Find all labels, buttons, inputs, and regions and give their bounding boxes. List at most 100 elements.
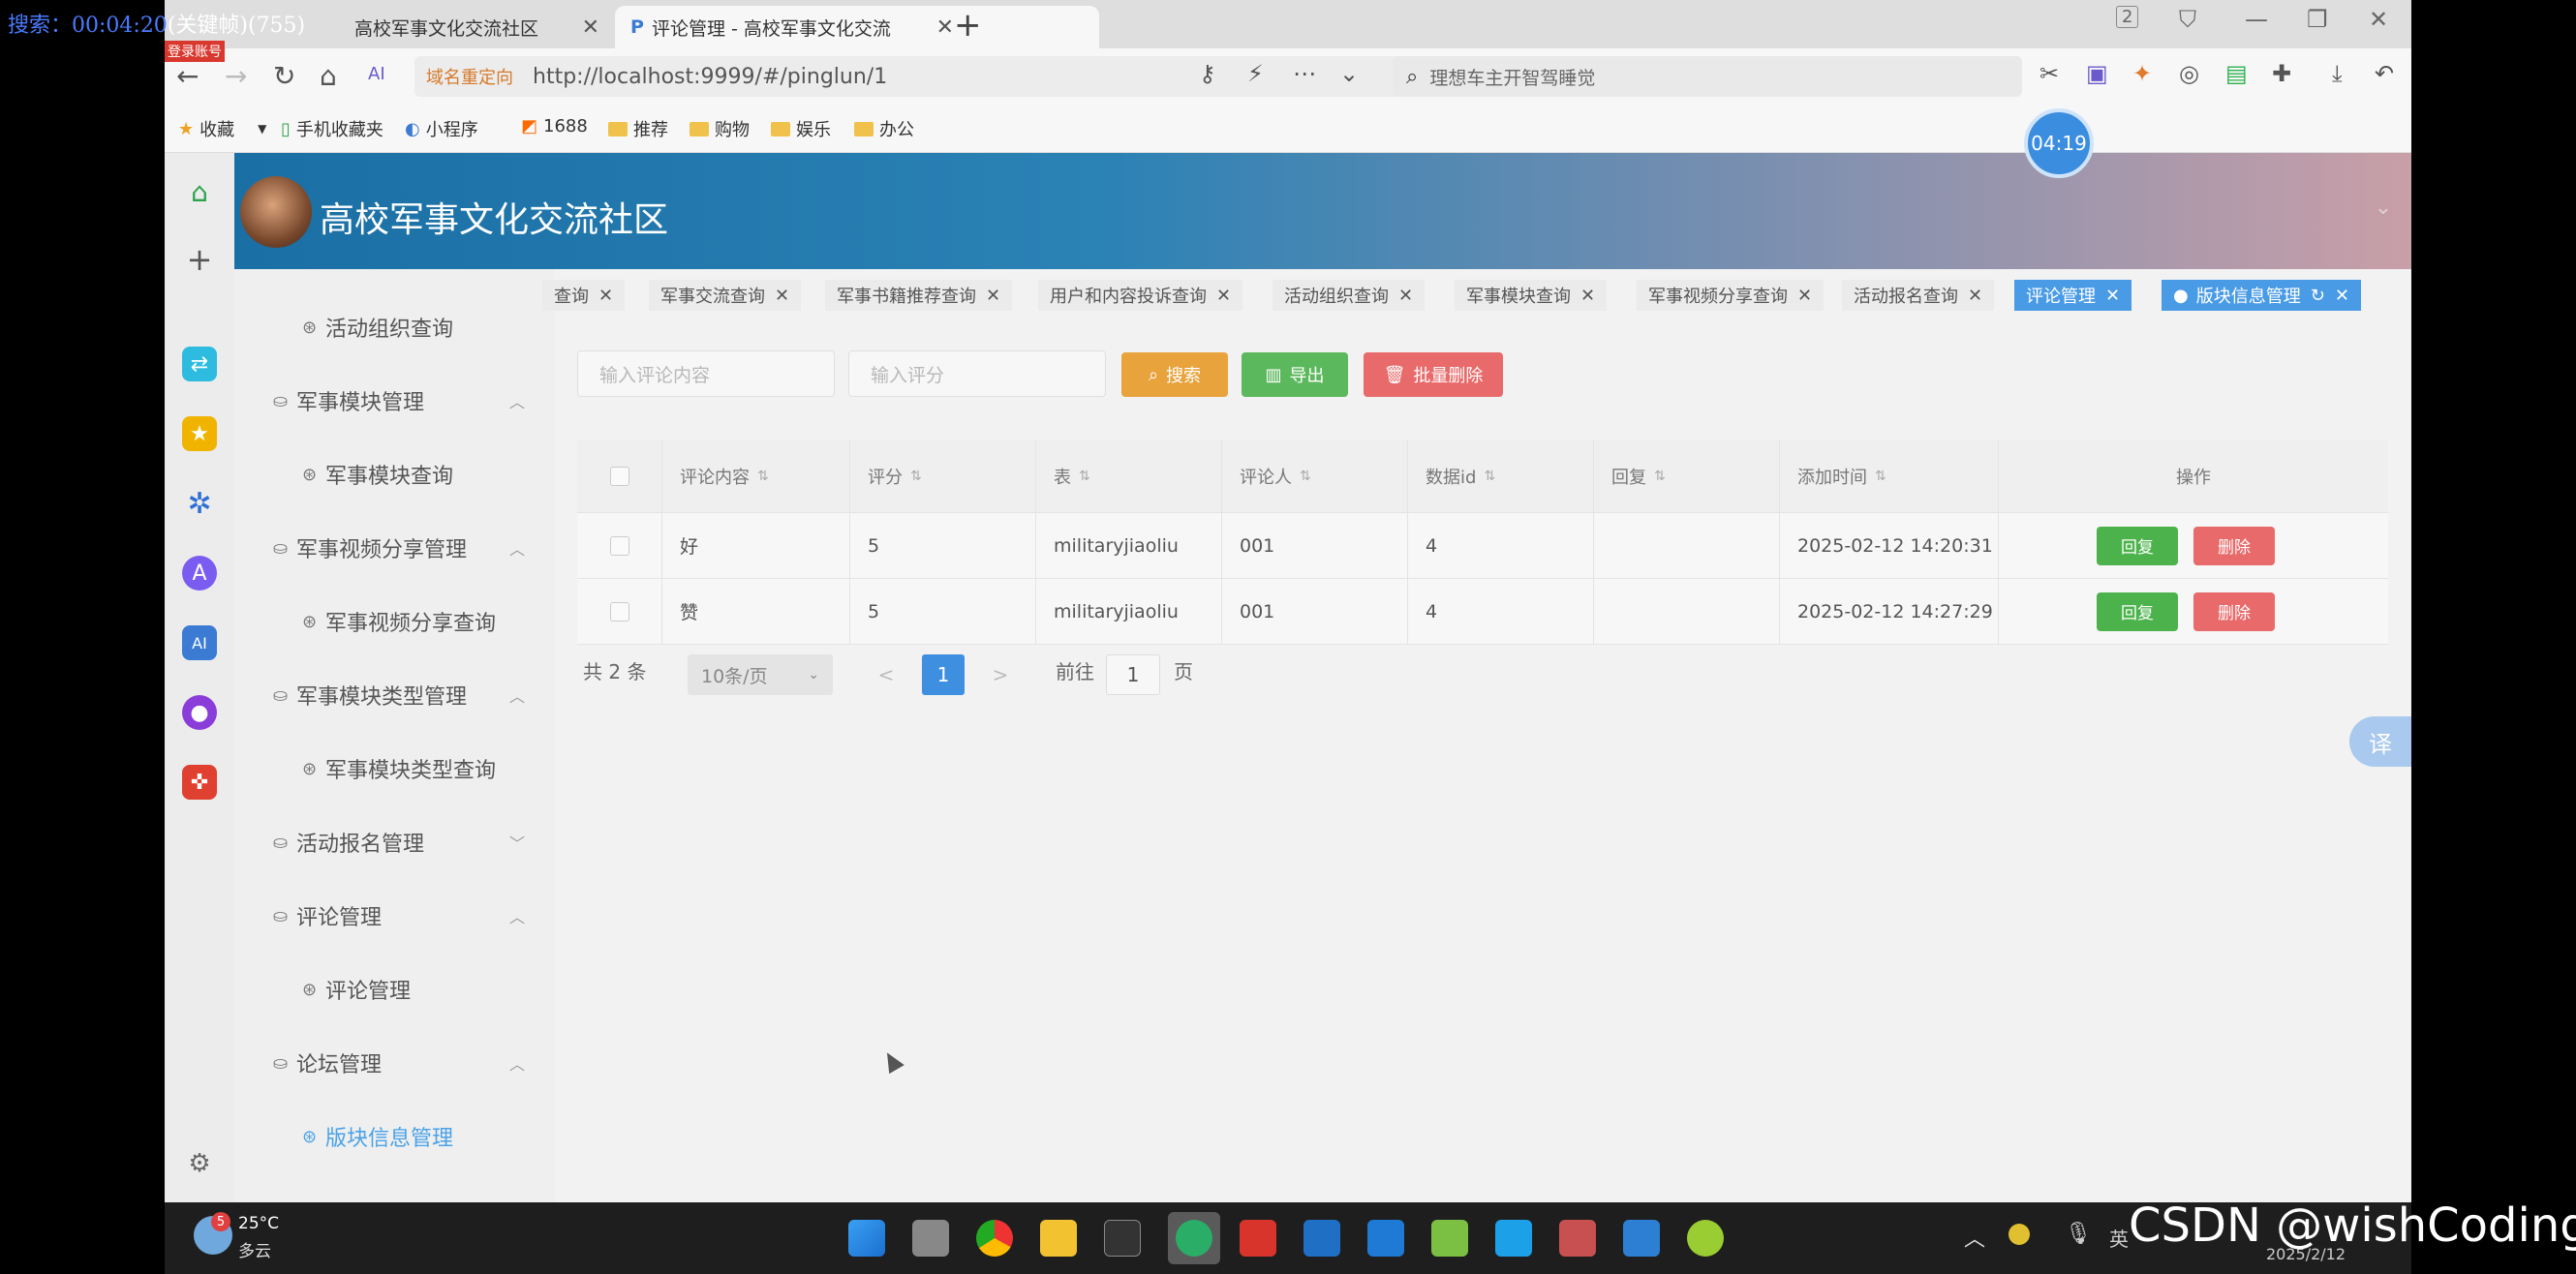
tag-query[interactable]: 查询 ✕ [542, 280, 626, 311]
bookmark-entertainment[interactable]: 娱乐 [771, 116, 831, 141]
sidebar-group-module-type[interactable]: ⛀ 军事模块类型管理 ︿ [234, 676, 554, 714]
tag-video-share-query[interactable]: 军事视频分享查询 ✕ [1637, 280, 1825, 311]
tag-complaint-query[interactable]: 用户和内容投诉查询 ✕ [1038, 280, 1243, 311]
delete-button[interactable]: 删除 [2193, 526, 2275, 565]
column-header-user[interactable]: 评论人 ⇅ [1222, 440, 1408, 512]
book-icon[interactable]: ▣ [2086, 60, 2108, 87]
bot-icon[interactable]: ● [182, 695, 217, 730]
sidebar-group-military-module[interactable]: ⛀ 军事模块管理 ︿ [234, 381, 554, 420]
window-close-icon[interactable]: ✕ [2369, 6, 2388, 33]
column-header-rating[interactable]: 评分 ⇅ [850, 440, 1036, 512]
tag-activity-signup-query[interactable]: 活动报名查询 ✕ [1842, 280, 1995, 311]
new-tab-button[interactable]: + [954, 6, 982, 45]
close-icon[interactable]: ✕ [936, 15, 954, 40]
sidebar-item-video-share-query[interactable]: ⊛ 军事视频分享查询 [234, 602, 554, 641]
minimize-icon[interactable]: — [2245, 6, 2268, 33]
page-size-select[interactable]: 10条/页 ⌄ [688, 654, 833, 695]
close-icon[interactable]: ✕ [1580, 286, 1595, 306]
download-icon[interactable]: ⤓ [2332, 60, 2343, 87]
tag-book-recommend-query[interactable]: 军事书籍推荐查询 ✕ [825, 280, 1013, 311]
close-icon[interactable]: ✕ [986, 286, 1000, 306]
sort-icon[interactable]: ⇅ [910, 469, 922, 484]
idea-icon[interactable] [1559, 1220, 1596, 1257]
green-app-icon[interactable] [1431, 1220, 1468, 1257]
home-icon[interactable]: ⌂ [182, 174, 217, 209]
tag-military-module-query[interactable]: 军事模块查询 ✕ [1455, 280, 1608, 311]
wps-icon[interactable] [1240, 1220, 1276, 1257]
sidebar-item-board-info[interactable]: ⊛ 版块信息管理 [234, 1117, 554, 1156]
key-icon[interactable]: ⚷ [1199, 60, 1216, 87]
column-header-content[interactable]: 评论内容 ⇅ [662, 440, 850, 512]
tag-activity-org-query[interactable]: 活动组织查询 ✕ [1273, 280, 1426, 311]
sort-icon[interactable]: ⇅ [1654, 469, 1666, 484]
row-checkbox[interactable] [577, 513, 662, 578]
close-icon[interactable]: ✕ [598, 286, 613, 306]
ai-assistant-icon[interactable]: AI [182, 625, 217, 660]
more-icon[interactable]: ⋯ [1293, 60, 1316, 87]
store-icon[interactable] [1495, 1220, 1532, 1257]
home-icon[interactable]: ⌂ [320, 60, 337, 92]
comment-content-input[interactable]: 输入评论内容 [577, 350, 835, 397]
close-icon[interactable]: ✕ [1968, 286, 1982, 306]
tray-chevron-up-icon[interactable]: ︿ [1964, 1222, 1985, 1253]
sort-icon[interactable]: ⇅ [1079, 469, 1090, 484]
close-icon[interactable]: ✕ [2335, 286, 2349, 306]
browser-search-input[interactable]: ⌕ 理想车主开智驾睡觉 [1393, 56, 2022, 97]
bookmark-office[interactable]: 办公 [854, 116, 914, 141]
bookmark-miniprogram[interactable]: ◐ 小程序 [405, 116, 478, 141]
file-explorer-icon[interactable] [1040, 1220, 1077, 1257]
tray-app-icon[interactable] [2009, 1224, 2030, 1245]
delete-button[interactable]: 删除 [2193, 592, 2275, 631]
game-icon[interactable]: ✦ [2132, 60, 2152, 87]
browser-taskbar-icon[interactable] [1687, 1220, 1724, 1257]
next-page-button[interactable]: > [980, 654, 1021, 695]
puzzle-icon[interactable]: ✚ [2272, 60, 2291, 87]
task-view-icon[interactable] [912, 1220, 949, 1257]
tag-board-info-manage[interactable]: ● 版块信息管理 ↻ ✕ [2162, 280, 2361, 311]
sidebar-item-module-type-query[interactable]: ⊛ 军事模块类型查询 [234, 749, 554, 788]
chevron-down-icon[interactable]: ⌄ [1339, 60, 1359, 87]
add-icon[interactable]: + [182, 241, 217, 278]
translate-float-button[interactable]: 译 [2349, 716, 2411, 767]
input-language[interactable]: 英 [2109, 1224, 2129, 1252]
vscode-icon[interactable] [1623, 1220, 1660, 1257]
bookmark-favorites[interactable]: ★ 收藏 ▼ [178, 116, 266, 141]
ai-app-icon[interactable]: A [182, 556, 217, 591]
microphone-icon[interactable]: 🎙 [2065, 1222, 2092, 1246]
prev-page-button[interactable]: < [866, 654, 906, 695]
reply-button[interactable]: 回复 [2097, 592, 2178, 631]
refresh-icon[interactable]: ↻ [2311, 286, 2325, 306]
column-header-reply[interactable]: 回复 ⇅ [1594, 440, 1780, 512]
close-icon[interactable]: ✕ [2105, 286, 2120, 306]
user-menu-chevron-icon[interactable]: ⌄ [2375, 196, 2392, 220]
skin-icon[interactable]: ⛉ [2179, 6, 2196, 33]
export-button[interactable]: ▥ 导出 [1242, 352, 1348, 397]
settings-icon[interactable]: ⚙ [182, 1146, 217, 1181]
sidebar-group-activity-signup[interactable]: ⛀ 活动报名管理 ﹀ [234, 823, 554, 862]
tag-comment-manage[interactable]: 评论管理 ✕ [2014, 280, 2132, 311]
browser-tab-2[interactable]: P 评论管理 - 高校军事文化交流 ✕ [615, 6, 1099, 48]
chat-icon[interactable]: ▤ [2225, 60, 2248, 87]
undo-icon[interactable]: ↶ [2375, 60, 2394, 87]
tag-military-exchange-query[interactable]: 军事交流查询 ✕ [649, 280, 802, 311]
sort-icon[interactable]: ⇅ [1484, 469, 1495, 484]
select-all-checkbox[interactable] [577, 440, 662, 512]
media-icon[interactable] [1303, 1220, 1340, 1257]
translate-app-icon[interactable]: ⇄ [182, 347, 217, 381]
back-icon[interactable]: ← [176, 60, 199, 92]
refresh-icon[interactable]: ↻ [273, 60, 295, 92]
pycharm-icon[interactable] [1367, 1220, 1404, 1257]
close-icon[interactable]: ✕ [1216, 286, 1231, 306]
gamepad-icon[interactable]: ✜ [182, 765, 217, 800]
close-icon[interactable]: ✕ [1398, 286, 1413, 306]
lightning-icon[interactable]: ⚡ [1247, 60, 1264, 87]
bookmark-recommend[interactable]: 推荐 [608, 116, 668, 141]
close-icon[interactable]: ✕ [1797, 286, 1812, 306]
extension-icon[interactable]: ◎ [2179, 60, 2199, 87]
sidebar-group-forum[interactable]: ⛀ 论坛管理 ︿ [234, 1044, 554, 1082]
goto-page-input[interactable]: 1 [1106, 654, 1160, 695]
bookmark-mobile[interactable]: ▯ 手机收藏夹 [281, 116, 383, 141]
column-header-table[interactable]: 表 ⇅ [1036, 440, 1222, 512]
sidebar-group-comment[interactable]: ⛀ 评论管理 ︿ [234, 896, 554, 935]
scissors-icon[interactable]: ✂ [2039, 60, 2059, 87]
